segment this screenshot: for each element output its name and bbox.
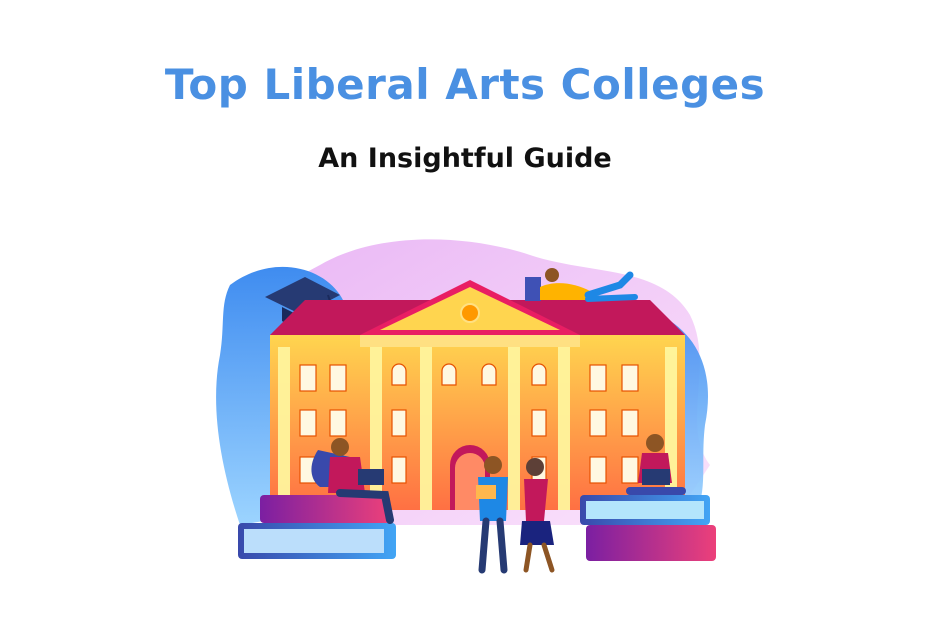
book-stack-left [238, 495, 396, 559]
page-title: Top Liberal Arts Colleges [164, 60, 766, 109]
page-subtitle: An Insightful Guide [318, 143, 612, 174]
book-stack-right [580, 495, 716, 561]
college-building-illustration [216, 239, 716, 574]
